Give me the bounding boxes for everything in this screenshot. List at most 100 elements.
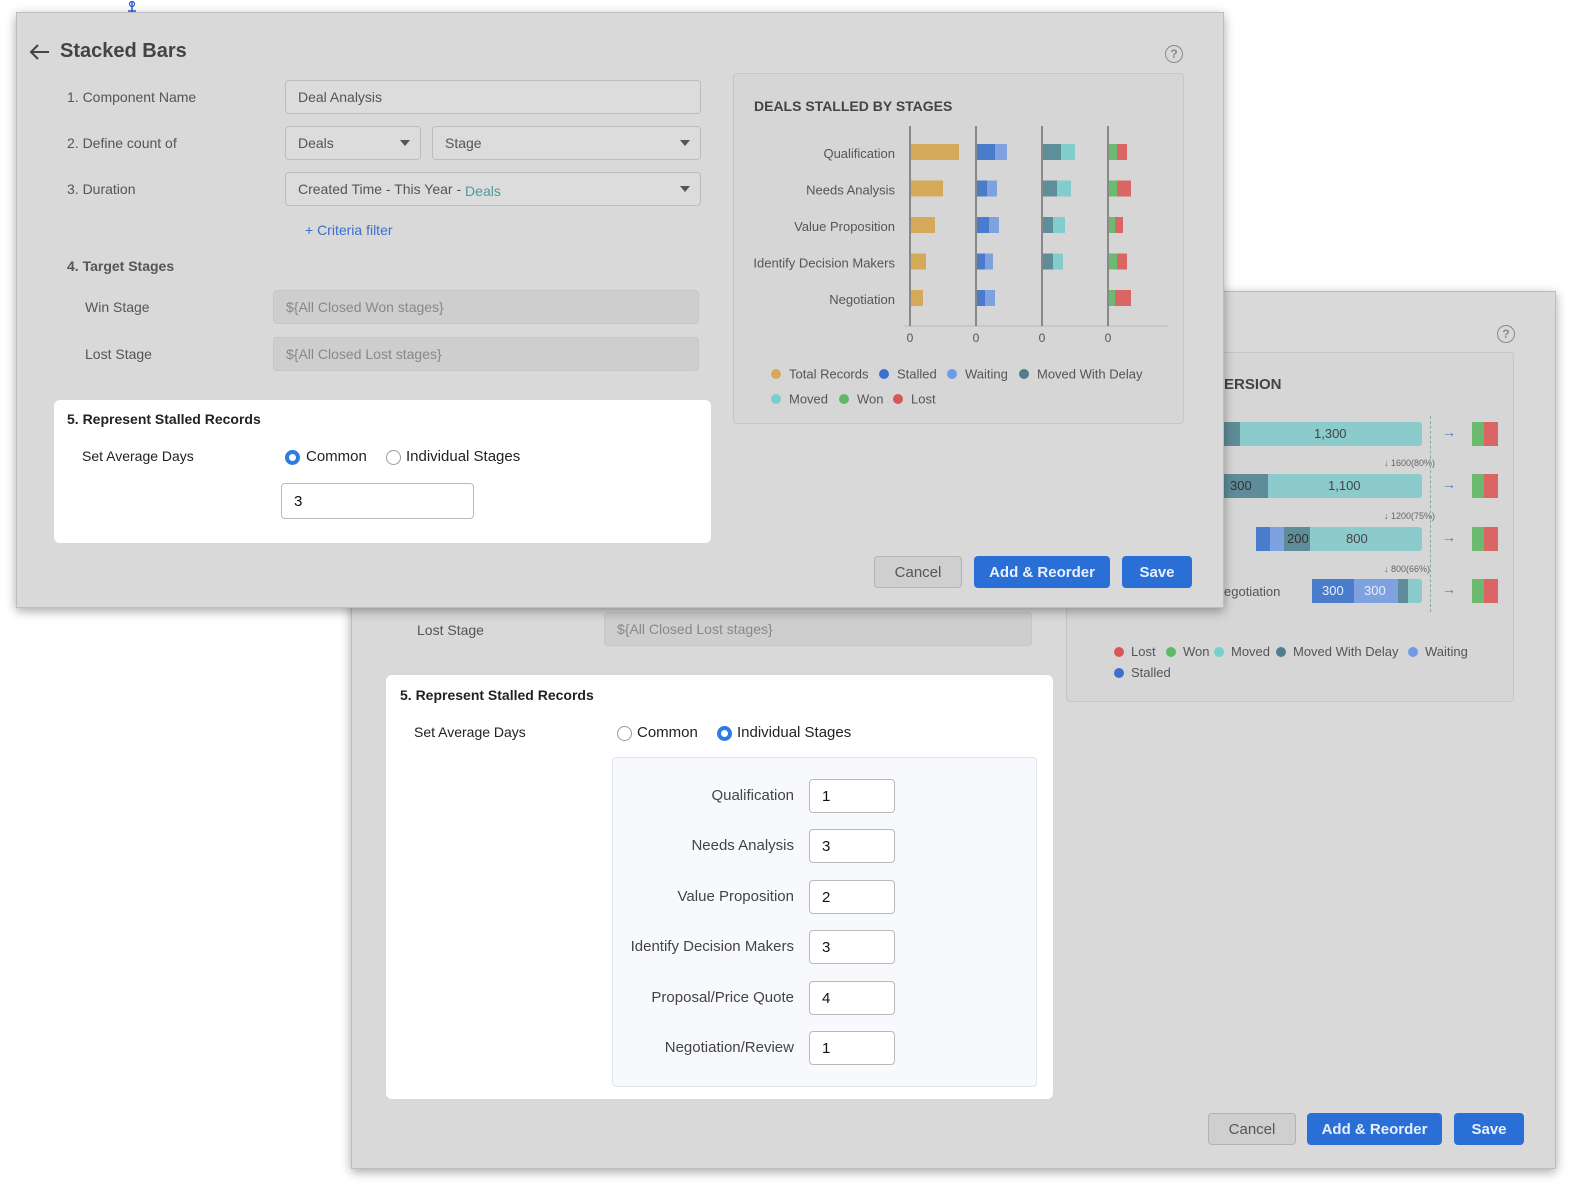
- bar-total-records: [911, 290, 923, 306]
- legend-label: Moved: [789, 392, 828, 407]
- field-select[interactable]: Stage: [432, 126, 701, 160]
- duration-select[interactable]: Created Time - This Year - Deals: [285, 172, 701, 206]
- bar-moved-with-delay: [1043, 180, 1057, 197]
- component-name-label: 1. Component Name: [67, 89, 197, 105]
- bar-won: [1109, 217, 1115, 233]
- bar-stalled: [977, 253, 985, 270]
- won-lost-bar: [1472, 527, 1498, 551]
- avg-days-label: Set Average Days: [82, 448, 194, 464]
- legend-moved: Moved: [1214, 644, 1270, 659]
- stage-days-input-proposal-price-quote[interactable]: 4: [809, 981, 895, 1015]
- legend-marker: [1019, 369, 1029, 379]
- pointer-marker-icon: [127, 0, 137, 13]
- arrow-right-icon: →: [1442, 581, 1456, 597]
- radio-individual-stages[interactable]: [386, 450, 401, 465]
- module-select[interactable]: Deals: [285, 126, 421, 160]
- lost-stage-field[interactable]: ${All Closed Lost stages}: [604, 612, 1032, 646]
- chevron-down-icon: [400, 140, 410, 146]
- stalled-bars-chart: Qualification Needs Analysis Value Proposi…: [753, 126, 1168, 407]
- stage-label-negotiation-review: Negotiation/Review: [664, 1039, 794, 1056]
- bar-waiting: [985, 290, 995, 306]
- stage-days-input-value-proposition[interactable]: 2: [809, 880, 895, 914]
- legend-label: Stalled: [897, 367, 937, 382]
- radio-common-label[interactable]: Common: [637, 724, 698, 741]
- stage-label-identify-decision-makers: Identify Decision Makers: [630, 938, 794, 955]
- category-label: Identify Decision Makers: [753, 256, 895, 271]
- bar-lost: [1117, 253, 1127, 270]
- dialog-title: Stacked Bars: [60, 40, 187, 62]
- stage-days-input-identify-decision-makers[interactable]: 3: [809, 930, 895, 964]
- criteria-filter-link[interactable]: + Criteria filter: [305, 222, 393, 238]
- add-reorder-button[interactable]: Add & Reorder: [974, 556, 1110, 588]
- help-icon[interactable]: ?: [1165, 45, 1183, 63]
- stage-days-input-negotiation-review[interactable]: 1: [809, 1031, 895, 1065]
- won-lost-bar: [1472, 579, 1498, 603]
- legend-moved-with-delay: Moved With Delay: [1276, 644, 1398, 659]
- stage-label-value-proposition: Value Proposition: [677, 888, 794, 905]
- back-add-reorder-button[interactable]: Add & Reorder: [1307, 1113, 1442, 1145]
- bar-lost: [1115, 290, 1131, 306]
- radio-individual-stages-label[interactable]: Individual Stages: [406, 448, 520, 465]
- lost-stage-label: Lost Stage: [417, 622, 484, 638]
- back-save-button[interactable]: Save: [1454, 1113, 1524, 1145]
- funnel-drop: ↓ 800(66%): [1384, 564, 1431, 574]
- cancel-button[interactable]: Cancel: [874, 556, 962, 588]
- funnel-value: 300: [1322, 583, 1344, 598]
- funnel-value: 200: [1287, 531, 1309, 546]
- arrow-right-icon: →: [1442, 424, 1456, 440]
- legend-marker: [839, 394, 849, 404]
- win-stage-label: Win Stage: [85, 299, 150, 315]
- stage-label-qualification: Qualification: [711, 787, 794, 804]
- avg-days-label: Set Average Days: [414, 724, 526, 740]
- bar-total-records: [911, 217, 935, 233]
- stalled-records-title: 5. Represent Stalled Records: [400, 687, 594, 703]
- funnel-value: 800: [1346, 531, 1368, 546]
- radio-common-label[interactable]: Common: [306, 448, 367, 465]
- common-days-input[interactable]: 3: [281, 483, 474, 519]
- legend-marker: [879, 369, 889, 379]
- legend-marker: [771, 369, 781, 379]
- radio-individual-stages[interactable]: [717, 726, 732, 741]
- funnel-row-3: 200 800: [1256, 527, 1422, 551]
- win-stage-field[interactable]: ${All Closed Won stages}: [273, 290, 699, 324]
- funnel-drop: ↓ 1600(80%): [1384, 458, 1436, 468]
- back-chart-title: ERSION: [1224, 376, 1282, 393]
- legend-label: Waiting: [965, 367, 1008, 382]
- category-label: Qualification: [823, 146, 895, 161]
- category-label: Value Proposition: [794, 219, 895, 234]
- legend-stalled: Stalled: [1114, 665, 1171, 680]
- back-cancel-button[interactable]: Cancel: [1208, 1113, 1296, 1145]
- arrow-right-icon: →: [1442, 476, 1456, 492]
- lost-stage-field[interactable]: ${All Closed Lost stages}: [273, 337, 699, 371]
- stage-days-input-needs-analysis[interactable]: 3: [809, 829, 895, 863]
- won-lost-bar: [1472, 422, 1498, 446]
- help-icon[interactable]: ?: [1497, 325, 1515, 343]
- back-arrow-icon[interactable]: [29, 43, 51, 66]
- stalled-records-title: 5. Represent Stalled Records: [67, 411, 261, 427]
- legend-marker: [947, 369, 957, 379]
- legend-won: Won: [1166, 644, 1210, 659]
- stage-days-input-qualification[interactable]: 1: [809, 779, 895, 813]
- tick-label: 0: [1105, 331, 1112, 345]
- funnel-divider: [1430, 416, 1431, 612]
- stalled-records-panel: 5. Represent Stalled Records Set Average…: [386, 675, 1053, 1099]
- won-lost-bar: [1472, 474, 1498, 498]
- chevron-down-icon: [680, 186, 690, 192]
- bar-waiting: [985, 253, 993, 270]
- radio-common[interactable]: [617, 726, 632, 741]
- duration-label: 3. Duration: [67, 181, 136, 197]
- radio-individual-stages-label[interactable]: Individual Stages: [737, 724, 851, 741]
- funnel-value: 300: [1230, 478, 1252, 493]
- radio-common[interactable]: [285, 450, 300, 465]
- save-button[interactable]: Save: [1122, 556, 1192, 588]
- front-dialog: Stacked Bars ? 1. Component Name Deal An…: [16, 12, 1224, 608]
- funnel-row-1: 1,300: [1224, 422, 1422, 446]
- component-name-input[interactable]: Deal Analysis: [285, 80, 701, 114]
- bar-lost: [1117, 180, 1131, 197]
- legend-label: Lost: [911, 392, 936, 407]
- bar-moved-with-delay: [1043, 217, 1053, 233]
- funnel-partial-label: egotiation: [1224, 584, 1281, 599]
- bar-won: [1109, 290, 1115, 306]
- target-stages-label: 4. Target Stages: [67, 258, 175, 274]
- chevron-down-icon: [680, 140, 690, 146]
